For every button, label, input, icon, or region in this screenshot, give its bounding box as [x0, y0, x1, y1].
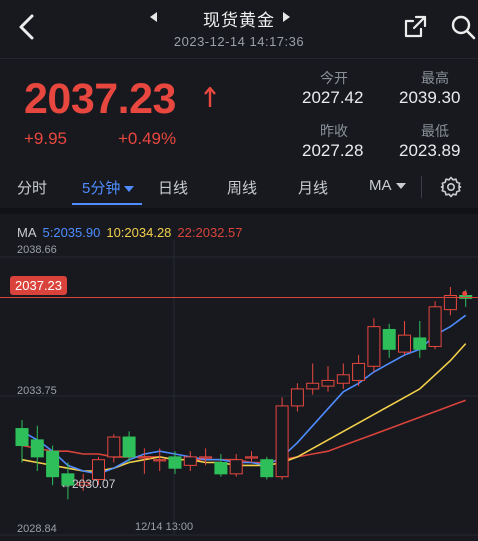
min-price-annotation: ←2030.07: [60, 477, 116, 491]
ma10-line: [21, 343, 467, 472]
high-value: 2039.30: [399, 88, 461, 107]
candle: [352, 362, 366, 381]
last-price: 2037.23: [24, 75, 176, 123]
top-bar: 现货黄金 2023-12-14 14:17:36: [0, 0, 478, 58]
candle: [229, 459, 243, 475]
open-label: 今开: [320, 70, 348, 86]
section-divider: [0, 208, 478, 214]
current-price-dot: [462, 290, 468, 296]
tab-ma-label: MA: [369, 177, 392, 194]
prev-close-label: 昨收: [320, 123, 348, 139]
page-title: 现货黄金: [203, 11, 275, 30]
up-arrow-icon: [204, 86, 216, 107]
ma22-line: [21, 399, 466, 464]
candle: [214, 462, 228, 475]
candle: [107, 436, 121, 458]
candle: [30, 439, 44, 458]
candle: [336, 374, 350, 384]
candle: [382, 328, 396, 350]
candle: [306, 382, 320, 390]
current-price-tag: 2037.23: [10, 276, 67, 295]
high-label: 最高: [421, 70, 449, 86]
tab-daily[interactable]: 日线: [158, 177, 188, 198]
open-value: 2027.42: [302, 88, 364, 107]
y-axis-label: 2038.66: [17, 244, 57, 256]
period-tabs: 分时 5分钟 日线 周线 月线 MA: [0, 170, 478, 205]
active-tab-indicator: [72, 203, 142, 205]
candle: [199, 456, 213, 459]
candle: [168, 456, 182, 469]
candle: [275, 405, 289, 478]
y-axis-label: 2028.84: [17, 523, 57, 535]
low-label: 最低: [421, 123, 449, 139]
candle: [290, 388, 304, 407]
settings-icon[interactable]: [439, 175, 463, 199]
candle: [245, 456, 258, 459]
ma22-value: 22:2032.57: [177, 225, 243, 240]
price-change-percent: +0.49%: [118, 129, 177, 148]
ma5-value: 5:2035.90: [42, 225, 101, 240]
tab-ma[interactable]: MA: [369, 177, 406, 194]
candle: [153, 459, 167, 462]
ma-legend: MA 5:2035.90 10:2034.28 22:2032.57: [17, 225, 249, 240]
prev-close-value: 2027.28: [302, 141, 364, 160]
candle: [46, 450, 60, 478]
tab-weekly[interactable]: 周线: [227, 177, 257, 198]
tab-5min[interactable]: 5分钟: [82, 177, 135, 198]
x-axis-label: 12/14 13:00: [135, 521, 193, 533]
tab-timeshare[interactable]: 分时: [17, 177, 47, 198]
next-icon[interactable]: [283, 12, 290, 22]
tabs-divider: [421, 176, 422, 198]
search-icon[interactable]: [450, 14, 476, 40]
candlestick-chart[interactable]: 2038.66 2033.75 2028.84 12/14 13:00 ←2030.07: [0, 240, 478, 541]
candle: [137, 456, 151, 459]
candle: [122, 436, 136, 458]
candle: [15, 428, 29, 447]
price-change: +9.95: [24, 129, 68, 148]
candle: [398, 334, 411, 353]
caret-down-icon: [124, 186, 135, 193]
candle: [183, 456, 197, 466]
tab-monthly[interactable]: 月线: [298, 177, 328, 198]
share-icon[interactable]: [402, 14, 428, 40]
header-divider: [0, 58, 478, 59]
low-value: 2023.89: [399, 141, 461, 160]
candle: [260, 459, 274, 478]
tab-5min-label: 5分钟: [82, 180, 121, 197]
candle: [367, 326, 381, 367]
ma-legend-label: MA: [17, 225, 37, 240]
candle: [428, 306, 442, 347]
caret-down-icon: [395, 183, 406, 190]
candle: [413, 337, 427, 350]
y-axis-label: 2033.75: [17, 385, 57, 397]
candle: [321, 379, 335, 387]
ma10-value: 10:2034.28: [106, 225, 172, 240]
